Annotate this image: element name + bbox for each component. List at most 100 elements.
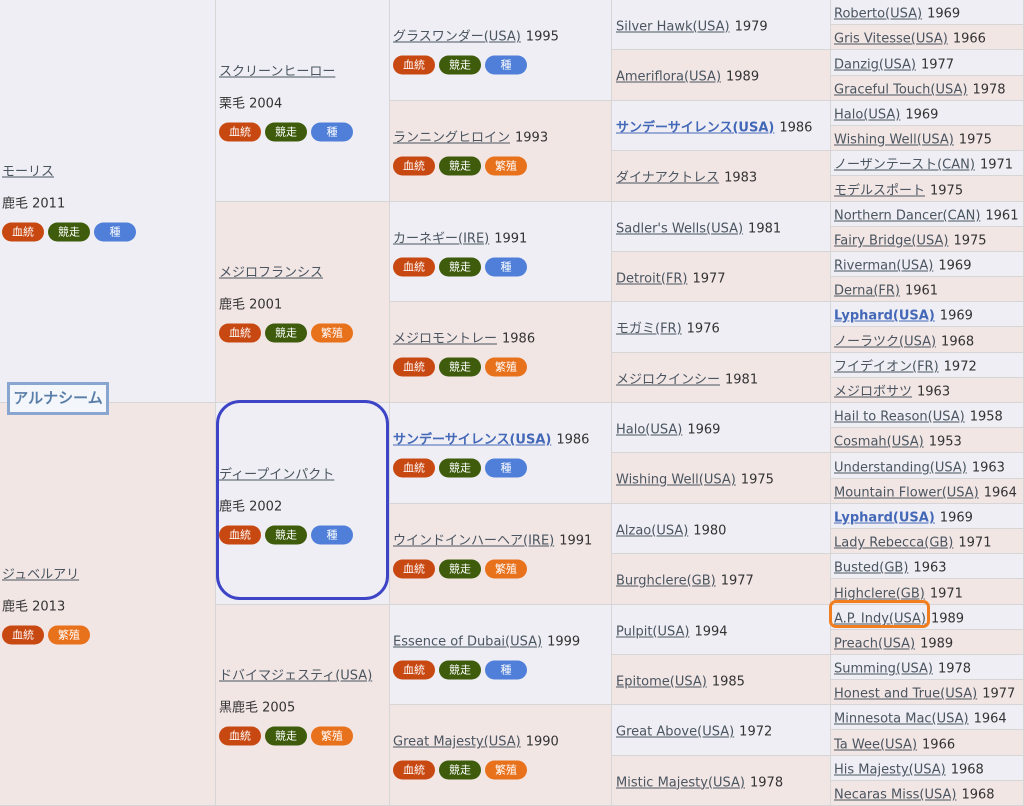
kyoso-badge[interactable]: 競走 [439, 156, 481, 176]
horse-link[interactable]: Gris Vitesse(USA) [834, 32, 948, 47]
horse-link[interactable]: メジロフランシス [219, 262, 389, 281]
horse-link[interactable]: Epitome(USA) [616, 674, 707, 689]
horse-link[interactable]: Understanding(USA) [834, 460, 967, 475]
horse-link[interactable]: Ta Wee(USA) [834, 737, 917, 752]
hanshoku-badge[interactable]: 繁殖 [311, 726, 353, 746]
horse-link[interactable]: スクリーンヒーロー [219, 60, 389, 79]
horse-link[interactable]: サンデーサイレンス(USA) [393, 433, 551, 448]
horse-link[interactable]: サンデーサイレンス(USA) [616, 120, 774, 135]
horse-link[interactable]: ノーラツク(USA) [834, 334, 936, 349]
horse-link[interactable]: Sadler's Wells(USA) [616, 221, 743, 236]
kettou-badge[interactable]: 血統 [219, 323, 261, 343]
tane-badge[interactable]: 種 [485, 257, 527, 276]
tane-badge[interactable]: 種 [311, 525, 353, 544]
kyoso-badge[interactable]: 競走 [439, 257, 481, 276]
kettou-badge[interactable]: 血統 [219, 726, 261, 746]
kyoso-badge[interactable]: 競走 [265, 525, 307, 544]
horse-link[interactable]: Honest and True(USA) [834, 687, 977, 702]
horse-link[interactable]: モデルスポート [834, 183, 925, 198]
horse-link[interactable]: ランニングヒロイン [393, 131, 510, 146]
tane-badge[interactable]: 種 [485, 55, 527, 75]
horse-link[interactable]: Busted(GB) [834, 561, 908, 576]
kettou-badge[interactable]: 血統 [393, 257, 435, 276]
kettou-badge[interactable]: 血統 [2, 625, 44, 645]
horse-link[interactable]: Halo(USA) [834, 108, 900, 123]
horse-link[interactable]: ディープインパクト [219, 463, 389, 482]
horse-link[interactable]: Necaras Miss(USA) [834, 788, 956, 803]
horse-link[interactable]: Minnesota Mac(USA) [834, 712, 969, 727]
kyoso-badge[interactable]: 競走 [48, 222, 90, 242]
horse-link[interactable]: ダイナアクトレス [616, 171, 719, 186]
kettou-badge[interactable]: 血統 [219, 122, 261, 141]
horse-link[interactable]: Danzig(USA) [834, 57, 916, 72]
horse-link[interactable]: Hail to Reason(USA) [834, 410, 965, 425]
horse-link[interactable]: カーネギー(IRE) [393, 231, 489, 246]
horse-link[interactable]: Roberto(USA) [834, 7, 922, 22]
horse-link[interactable]: Lyphard(USA) [834, 309, 935, 324]
horse-link[interactable]: モーリス [2, 161, 215, 180]
horse-link[interactable]: ジュベルアリ [2, 564, 215, 583]
horse-link[interactable]: ウインドインハーヘア(IRE) [393, 534, 554, 549]
horse-link[interactable]: Mountain Flower(USA) [834, 486, 979, 501]
kettou-badge[interactable]: 血統 [393, 156, 435, 176]
tane-badge[interactable]: 種 [485, 660, 527, 679]
kyoso-badge[interactable]: 競走 [439, 660, 481, 679]
hanshoku-badge[interactable]: 繁殖 [311, 323, 353, 343]
kettou-badge[interactable]: 血統 [2, 222, 44, 242]
horse-link[interactable]: Wishing Well(USA) [834, 133, 954, 148]
horse-link[interactable]: Silver Hawk(USA) [616, 19, 730, 34]
tane-badge[interactable]: 種 [311, 122, 353, 141]
horse-link[interactable]: Alzao(USA) [616, 523, 688, 538]
tane-badge[interactable]: 種 [485, 458, 527, 478]
horse-link[interactable]: フイデイオン(FR) [834, 360, 939, 375]
kyoso-badge[interactable]: 競走 [265, 122, 307, 141]
kettou-badge[interactable]: 血統 [219, 525, 261, 544]
kyoso-badge[interactable]: 競走 [439, 458, 481, 478]
hanshoku-badge[interactable]: 繁殖 [485, 760, 527, 780]
horse-link[interactable]: Lady Rebecca(GB) [834, 536, 953, 551]
kettou-badge[interactable]: 血統 [393, 357, 435, 377]
kyoso-badge[interactable]: 競走 [265, 323, 307, 343]
horse-link[interactable]: Great Above(USA) [616, 725, 734, 740]
horse-link[interactable]: Burghclere(GB) [616, 574, 716, 589]
horse-link[interactable]: Derna(FR) [834, 284, 900, 299]
horse-link[interactable]: Preach(USA) [834, 637, 915, 652]
horse-link[interactable]: Ameriflora(USA) [616, 70, 721, 85]
kettou-badge[interactable]: 血統 [393, 559, 435, 579]
kettou-badge[interactable]: 血統 [393, 660, 435, 679]
kettou-badge[interactable]: 血統 [393, 760, 435, 780]
hanshoku-badge[interactable]: 繁殖 [485, 559, 527, 579]
horse-link[interactable]: Mistic Majesty(USA) [616, 775, 745, 790]
hanshoku-badge[interactable]: 繁殖 [485, 357, 527, 377]
horse-link[interactable]: メジロクインシー [616, 372, 720, 387]
horse-link[interactable]: Halo(USA) [616, 422, 682, 437]
horse-link[interactable]: His Majesty(USA) [834, 763, 946, 778]
kyoso-badge[interactable]: 競走 [439, 760, 481, 780]
horse-link[interactable]: Essence of Dubai(USA) [393, 634, 542, 649]
horse-link[interactable]: Riverman(USA) [834, 259, 933, 274]
kettou-badge[interactable]: 血統 [393, 458, 435, 478]
kyoso-badge[interactable]: 競走 [265, 726, 307, 746]
horse-link[interactable]: Wishing Well(USA) [616, 473, 736, 488]
horse-link[interactable]: グラスワンダー(USA) [393, 30, 521, 45]
horse-link[interactable]: Lyphard(USA) [834, 511, 935, 526]
kyoso-badge[interactable]: 競走 [439, 55, 481, 75]
horse-link[interactable]: A.P. Indy(USA) [834, 612, 926, 627]
horse-link[interactable]: ノーザンテースト(CAN) [834, 158, 975, 173]
horse-link[interactable]: Highclere(GB) [834, 586, 925, 601]
horse-link[interactable]: Great Majesty(USA) [393, 735, 521, 750]
kettou-badge[interactable]: 血統 [393, 55, 435, 75]
horse-link[interactable]: Graceful Touch(USA) [834, 83, 967, 98]
horse-link[interactable]: Pulpit(USA) [616, 624, 689, 639]
kyoso-badge[interactable]: 競走 [439, 357, 481, 377]
tane-badge[interactable]: 種 [94, 222, 136, 242]
horse-link[interactable]: Fairy Bridge(USA) [834, 234, 948, 249]
horse-link[interactable]: Summing(USA) [834, 662, 933, 677]
horse-link[interactable]: メジロモントレー [393, 332, 497, 347]
kyoso-badge[interactable]: 競走 [439, 559, 481, 579]
horse-link[interactable]: Cosmah(USA) [834, 435, 924, 450]
horse-link[interactable]: ドバイマジェスティ(USA) [219, 665, 389, 684]
horse-link[interactable]: Northern Dancer(CAN) [834, 209, 980, 224]
horse-link[interactable]: モガミ(FR) [616, 322, 682, 337]
horse-link[interactable]: メジロボサツ [834, 385, 912, 400]
